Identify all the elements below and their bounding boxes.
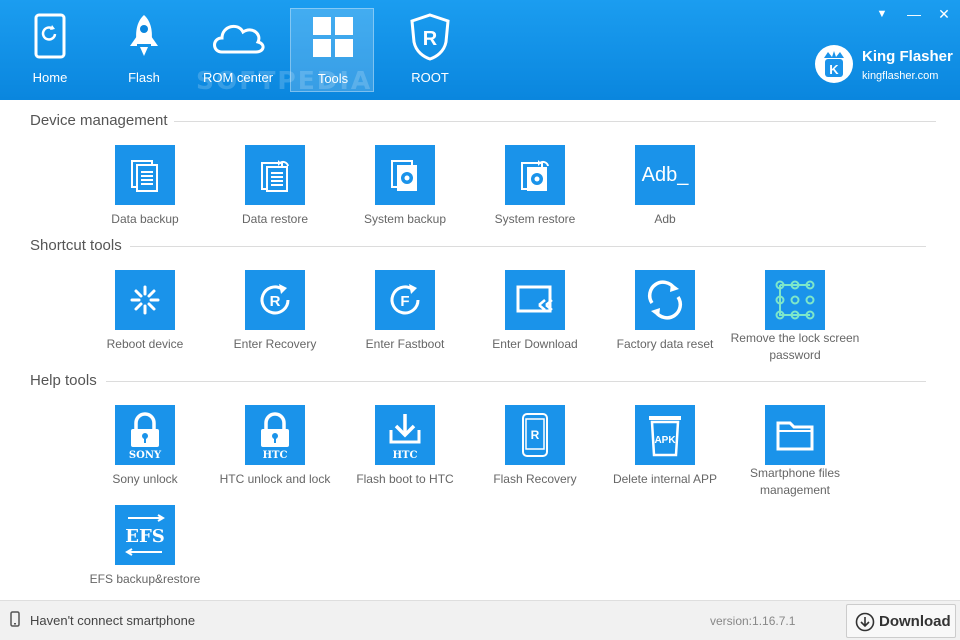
nav-flash-label: Flash bbox=[128, 70, 160, 85]
tool-label: System backup bbox=[363, 212, 447, 226]
efs-icon-text: EFS bbox=[125, 526, 165, 547]
efs-icon: EFS bbox=[115, 505, 175, 565]
download-label: Download bbox=[879, 613, 951, 630]
tool-label: Delete internal APP bbox=[612, 472, 718, 486]
tool-delete-internal-app[interactable]: APK Delete internal APP bbox=[600, 405, 730, 495]
tool-label: Factory data reset bbox=[616, 337, 714, 351]
status-bar: Haven't connect smartphone version:1.16.… bbox=[0, 600, 960, 640]
sony-lock-icon: SONY bbox=[115, 405, 175, 465]
tool-label: System restore bbox=[494, 212, 576, 226]
svg-text:R: R bbox=[423, 28, 438, 50]
recovery-icon: R bbox=[245, 270, 305, 330]
tool-smartphone-files-management[interactable]: Smartphone files management bbox=[730, 405, 860, 497]
nav-root[interactable]: R ROOT bbox=[388, 8, 472, 92]
tool-label: Enter Download bbox=[492, 337, 578, 351]
tool-label: EFS backup&restore bbox=[89, 572, 201, 586]
softpedia-watermark: SOFTPEDIA bbox=[196, 66, 373, 95]
phone-refresh-icon bbox=[8, 12, 92, 62]
cloud-icon bbox=[196, 12, 280, 62]
tool-enter-fastboot[interactable]: F Enter Fastboot bbox=[340, 270, 470, 360]
section-divider bbox=[174, 121, 936, 122]
nav-root-label: ROOT bbox=[411, 70, 449, 85]
tool-system-backup[interactable]: System backup bbox=[340, 145, 470, 235]
tool-data-restore[interactable]: Data restore bbox=[210, 145, 340, 235]
brand-site: kingflasher.com bbox=[862, 70, 939, 82]
top-navigation-bar: Home Flash ROM center Tools R ROOT SOFTP… bbox=[0, 0, 960, 100]
download-button[interactable]: Download bbox=[846, 604, 956, 638]
adb-icon: Adb_ bbox=[635, 145, 695, 205]
factory-reset-icon bbox=[635, 270, 695, 330]
htc-flash-icon: HTC bbox=[375, 405, 435, 465]
grid-icon bbox=[291, 13, 375, 63]
tool-factory-data-reset[interactable]: Factory data reset bbox=[600, 270, 730, 360]
shield-r-icon: R bbox=[388, 12, 472, 62]
minimize-button[interactable]: — bbox=[902, 4, 926, 24]
tool-label: Adb bbox=[654, 212, 676, 226]
htc-lock-icon: HTC bbox=[245, 405, 305, 465]
adb-icon-text: Adb_ bbox=[641, 163, 689, 186]
nav-home-label: Home bbox=[32, 70, 68, 85]
section-title-help-tools: Help tools bbox=[30, 372, 97, 389]
pattern-lock-icon bbox=[765, 270, 825, 330]
system-backup-icon bbox=[375, 145, 435, 205]
rocket-icon bbox=[102, 12, 186, 62]
recovery-icon-text: R bbox=[270, 293, 281, 310]
dropdown-button[interactable]: ▼ bbox=[870, 4, 894, 24]
king-flasher-logo: K bbox=[814, 44, 854, 84]
tool-remove-lock-screen-password[interactable]: Remove the lock screen password bbox=[730, 270, 860, 362]
tool-label: Data restore bbox=[241, 212, 309, 226]
tool-flash-recovery[interactable]: R Flash Recovery bbox=[470, 405, 600, 495]
tool-htc-unlock-and-lock[interactable]: HTC HTC unlock and lock bbox=[210, 405, 340, 495]
reboot-icon bbox=[115, 270, 175, 330]
version-label: version:1.16.7.1 bbox=[710, 614, 796, 628]
tool-label: Enter Recovery bbox=[233, 337, 317, 351]
flash-recovery-icon-text: R bbox=[531, 428, 540, 442]
nav-flash[interactable]: Flash bbox=[102, 8, 186, 92]
htc-icon-text: HTC bbox=[263, 450, 288, 460]
fastboot-icon-text: F bbox=[400, 293, 409, 310]
htc-flash-icon-text: HTC bbox=[393, 450, 418, 460]
tool-flash-boot-to-htc[interactable]: HTC Flash boot to HTC bbox=[340, 405, 470, 495]
tool-label: Remove the lock screen password bbox=[730, 331, 860, 362]
section-title-device-management: Device management bbox=[30, 112, 168, 129]
apk-trash-icon: APK bbox=[635, 405, 695, 465]
tool-label: Flash boot to HTC bbox=[356, 472, 454, 486]
tool-label: Sony unlock bbox=[112, 472, 178, 486]
section-divider bbox=[106, 381, 926, 382]
sony-icon-text: SONY bbox=[129, 450, 162, 460]
tool-label: Data backup bbox=[111, 212, 179, 226]
tool-label: Smartphone files management bbox=[749, 466, 841, 497]
tool-enter-recovery[interactable]: R Enter Recovery bbox=[210, 270, 340, 360]
tool-adb[interactable]: Adb_ Adb bbox=[600, 145, 730, 235]
data-restore-icon bbox=[245, 145, 305, 205]
tool-label: HTC unlock and lock bbox=[219, 472, 331, 486]
brand-name: King Flasher bbox=[862, 48, 953, 65]
tool-reboot-device[interactable]: Reboot device bbox=[80, 270, 210, 360]
system-restore-icon bbox=[505, 145, 565, 205]
apk-icon-text: APK bbox=[654, 435, 676, 446]
tool-data-backup[interactable]: Data backup bbox=[80, 145, 210, 235]
tool-label: Enter Fastboot bbox=[365, 337, 445, 351]
nav-home[interactable]: Home bbox=[8, 8, 92, 92]
tool-enter-download[interactable]: Enter Download bbox=[470, 270, 600, 360]
flash-recovery-icon: R bbox=[505, 405, 565, 465]
tool-system-restore[interactable]: System restore bbox=[470, 145, 600, 235]
tool-efs-backup-restore[interactable]: EFS EFS backup&restore bbox=[80, 505, 210, 595]
section-title-shortcut-tools: Shortcut tools bbox=[30, 237, 122, 254]
smartphone-icon bbox=[10, 611, 20, 632]
fastboot-icon: F bbox=[375, 270, 435, 330]
download-arrow-icon bbox=[855, 612, 875, 637]
tool-label: Reboot device bbox=[106, 337, 184, 351]
tool-sony-unlock[interactable]: SONY Sony unlock bbox=[80, 405, 210, 495]
logo-letter: K bbox=[829, 62, 839, 77]
tool-label: Flash Recovery bbox=[493, 472, 577, 486]
connection-status: Haven't connect smartphone bbox=[30, 613, 196, 628]
data-backup-icon bbox=[115, 145, 175, 205]
download-mode-icon bbox=[505, 270, 565, 330]
close-button[interactable]: ✕ bbox=[932, 4, 956, 24]
folder-icon bbox=[765, 405, 825, 465]
section-divider bbox=[130, 246, 926, 247]
